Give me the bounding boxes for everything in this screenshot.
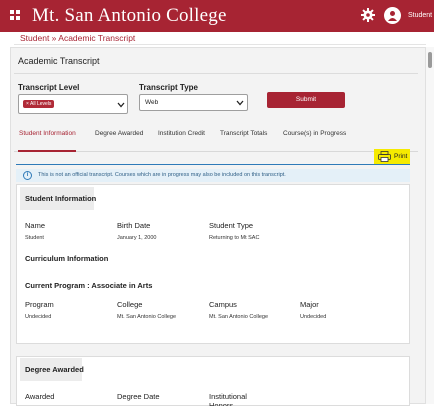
curriculum-heading: Curriculum Information (25, 254, 109, 263)
transcript-type-label: Transcript Type (139, 83, 198, 92)
notice-text: This is not an official transcript. Cour… (38, 172, 286, 178)
breadcrumb[interactable]: Student » Academic Transcript (20, 33, 135, 43)
divider (14, 73, 418, 74)
scrollbar[interactable] (426, 47, 434, 404)
transcript-type-select[interactable]: Web (139, 94, 248, 111)
user-name[interactable]: Student (408, 12, 432, 19)
scrollbar-thumb[interactable] (428, 52, 432, 68)
transcript-level-select[interactable]: × All Levels (18, 94, 128, 114)
chevron-down-icon (117, 102, 125, 108)
tab-transcript-totals[interactable]: Transcript Totals (220, 130, 267, 137)
submit-button[interactable]: Submit (267, 92, 345, 108)
printer-icon (378, 151, 391, 162)
all-levels-chip[interactable]: × All Levels (23, 100, 55, 108)
page-title: Academic Transcript (18, 56, 100, 66)
field-value: Returning to Mt SAC (209, 235, 260, 241)
tab-student-information[interactable]: Student Information (19, 130, 76, 137)
print-label: Print (394, 153, 408, 160)
chevron-down-icon (236, 100, 244, 106)
field-value: Undecided (25, 314, 52, 320)
field-label: Name (25, 221, 46, 230)
section-heading: Student Information (20, 187, 96, 210)
field-label: Birth Date (117, 221, 151, 230)
field-label: Major (300, 300, 319, 309)
info-icon: i (23, 171, 32, 180)
gear-icon[interactable] (360, 7, 376, 23)
print-button[interactable]: Print (374, 149, 410, 164)
user-avatar-icon[interactable] (384, 7, 401, 24)
tab-courses-in-progress[interactable]: Course(s) in Progress (283, 130, 346, 137)
field-value: Mt. San Antonio College (209, 314, 269, 320)
grid-menu-icon[interactable] (10, 10, 22, 22)
field-value: January 1, 2000 (117, 235, 157, 241)
top-bar: Mt. San Antonio College Student (0, 0, 434, 32)
divider (14, 44, 426, 45)
field-label: Student Type (209, 221, 254, 230)
field-value: Mt. San Antonio College (117, 314, 177, 320)
active-tab-indicator (18, 150, 76, 152)
column-header: Awarded (25, 392, 55, 401)
unofficial-notice: i This is not an official transcript. Co… (16, 169, 410, 182)
divider (16, 164, 410, 165)
field-value: Undecided (300, 314, 327, 320)
field-label: Campus (209, 300, 237, 309)
app-title: Mt. San Antonio College (32, 5, 227, 26)
current-program: Current Program : Associate in Arts (25, 281, 153, 290)
field-value: Student (25, 235, 44, 241)
column-header: Institutional Honors (209, 392, 247, 406)
field-label: Program (25, 300, 54, 309)
column-header: Degree Date (117, 392, 160, 401)
field-label: College (117, 300, 143, 309)
transcript-level-label: Transcript Level (18, 83, 80, 92)
tab-degree-awarded[interactable]: Degree Awarded (95, 130, 143, 137)
tab-institution-credit[interactable]: Institution Credit (158, 130, 205, 137)
section-heading: Degree Awarded (20, 358, 84, 381)
transcript-type-value: Web (145, 99, 159, 106)
